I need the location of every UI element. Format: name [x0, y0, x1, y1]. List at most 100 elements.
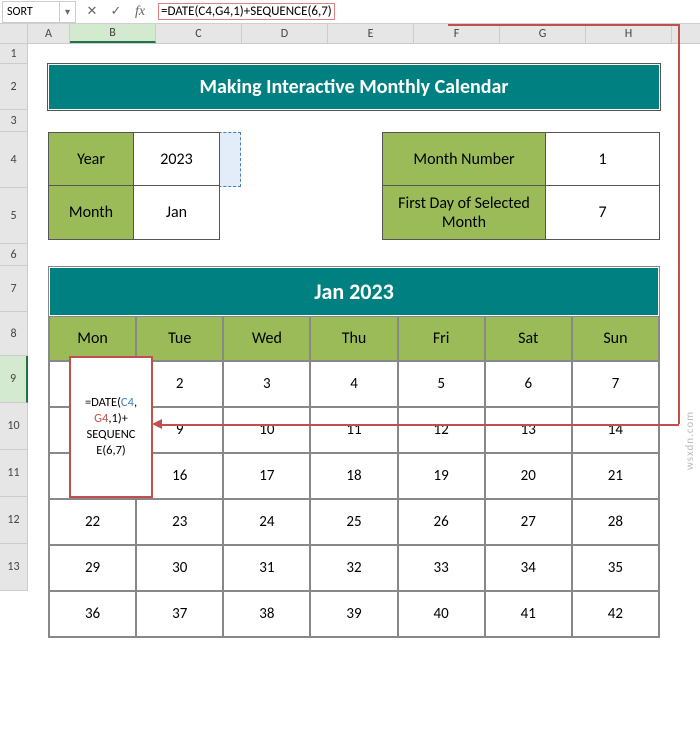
arrow-line — [158, 424, 679, 426]
calendar-cell[interactable]: 3 — [223, 361, 310, 407]
row-header[interactable]: 6 — [0, 244, 28, 266]
calendar-cell[interactable]: 33 — [398, 545, 485, 591]
calendar-row: 29303132333435 — [49, 545, 659, 591]
calendar-days-header: Mon Tue Wed Thu Fri Sat Sun — [49, 316, 659, 361]
year-label: Year — [48, 132, 134, 186]
calendar-cell[interactable]: 24 — [223, 499, 310, 545]
calendar-cell[interactable]: 4 — [310, 361, 397, 407]
row-header[interactable]: 4 — [0, 132, 28, 188]
col-header[interactable]: D — [242, 24, 328, 43]
watermark: wsxdn.com — [683, 411, 696, 470]
col-header[interactable]: H — [586, 24, 672, 43]
calendar-cell[interactable]: 41 — [485, 591, 572, 637]
month-num-value[interactable]: 1 — [546, 132, 660, 186]
calendar-cell[interactable]: 17 — [223, 453, 310, 499]
calendar-row: 22232425262728 — [49, 499, 659, 545]
col-header[interactable]: C — [156, 24, 242, 43]
row-header[interactable]: 9 — [0, 356, 28, 403]
calendar-cell[interactable]: 23 — [136, 499, 223, 545]
calendar-cell[interactable]: 5 — [398, 361, 485, 407]
cancel-icon[interactable]: ✕ — [80, 1, 104, 23]
row-headers: 1 2 3 4 5 6 7 8 9 10 11 12 13 — [0, 44, 28, 591]
calendar-cell[interactable]: 29 — [49, 545, 136, 591]
calendar-cell[interactable]: 11 — [310, 407, 397, 453]
calendar-cell[interactable]: 32 — [310, 545, 397, 591]
calendar-cell[interactable]: 18 — [310, 453, 397, 499]
row-header[interactable]: 11 — [0, 450, 28, 497]
col-header[interactable]: G — [500, 24, 586, 43]
calendar-cell[interactable]: 10 — [223, 407, 310, 453]
calendar-cell[interactable]: 39 — [310, 591, 397, 637]
day-header: Thu — [310, 316, 397, 361]
row-header[interactable]: 1 — [0, 44, 28, 64]
enter-icon[interactable]: ✓ — [104, 1, 128, 23]
formula-text: E(6,7) — [96, 443, 125, 458]
calendar-cell[interactable]: 28 — [572, 499, 659, 545]
formula-input[interactable]: =DATE(C4,G4,1)+SEQUENCE(6,7) — [152, 1, 700, 23]
first-day-label: First Day of Selected Month — [382, 186, 546, 240]
formula-text: ,1)+ — [108, 411, 127, 426]
editing-cell[interactable]: =DATE(C4, G4,1)+ SEQUENC E(6,7) — [69, 356, 153, 498]
calendar-cell[interactable]: 22 — [49, 499, 136, 545]
calendar-title: Jan 2023 — [49, 267, 659, 316]
name-box[interactable]: SORT — [2, 1, 60, 23]
calendar-cell[interactable]: 30 — [136, 545, 223, 591]
info-left: Year 2023 Month Jan — [48, 132, 220, 240]
row-header[interactable]: 3 — [0, 110, 28, 132]
calendar-cell[interactable]: 36 — [49, 591, 136, 637]
calendar-cell[interactable]: 7 — [572, 361, 659, 407]
calendar-cell[interactable]: 25 — [310, 499, 397, 545]
calendar-cell[interactable]: 26 — [398, 499, 485, 545]
ref-g4: G4 — [94, 411, 108, 426]
formula-text: SEQUENC — [87, 427, 136, 442]
calendar-cell[interactable]: 14 — [572, 407, 659, 453]
row-header[interactable]: 12 — [0, 497, 28, 544]
day-header: Tue — [136, 316, 223, 361]
column-headers: A B C D E F G H — [0, 24, 700, 44]
day-header: Fri — [398, 316, 485, 361]
calendar-row: 36373839404142 — [49, 591, 659, 637]
first-day-value[interactable]: 7 — [546, 186, 660, 240]
year-value[interactable]: 2023 — [134, 132, 220, 186]
formula-bar: SORT ▾ ✕ ✓ fx =DATE(C4,G4,1)+SEQUENCE(6,… — [0, 0, 700, 24]
formula-text: , — [134, 395, 137, 410]
calendar-cell[interactable]: 40 — [398, 591, 485, 637]
ref-c4: C4 — [121, 395, 134, 410]
col-header[interactable]: E — [328, 24, 414, 43]
row-header[interactable]: 7 — [0, 266, 28, 312]
cells-area[interactable]: Making Interactive Monthly Calendar Year… — [28, 44, 700, 591]
name-box-dropdown[interactable]: ▾ — [60, 1, 76, 23]
col-header[interactable]: F — [414, 24, 500, 43]
calendar-cell[interactable]: 27 — [485, 499, 572, 545]
calendar-cell[interactable]: 38 — [223, 591, 310, 637]
row-header[interactable]: 5 — [0, 188, 28, 244]
info-right: Month Number 1 First Day of Selected Mon… — [382, 132, 660, 240]
day-header: Sat — [485, 316, 572, 361]
calendar-cell[interactable]: 34 — [485, 545, 572, 591]
calendar-cell[interactable]: 31 — [223, 545, 310, 591]
select-all-corner[interactable] — [0, 24, 28, 43]
fx-icon[interactable]: fx — [128, 1, 152, 23]
col-header[interactable]: B — [70, 24, 156, 43]
info-row: Year 2023 Month Jan Month Number 1 First… — [48, 132, 660, 240]
col-header[interactable]: A — [28, 24, 70, 43]
calendar-cell[interactable]: 13 — [485, 407, 572, 453]
worksheet-content: Making Interactive Monthly Calendar Year… — [48, 64, 660, 638]
calendar-cell[interactable]: 19 — [398, 453, 485, 499]
row-header[interactable]: 10 — [0, 403, 28, 450]
calendar-cell[interactable]: 21 — [572, 453, 659, 499]
row-header[interactable]: 2 — [0, 64, 28, 110]
formula-highlight: =DATE(C4,G4,1)+SEQUENCE(6,7) — [158, 3, 335, 20]
row-header[interactable]: 8 — [0, 312, 28, 356]
month-value[interactable]: Jan — [134, 186, 220, 240]
day-header: Sun — [572, 316, 659, 361]
calendar-cell[interactable]: 42 — [572, 591, 659, 637]
calendar-cell[interactable]: 6 — [485, 361, 572, 407]
month-num-label: Month Number — [382, 132, 546, 186]
calendar-cell[interactable]: 35 — [572, 545, 659, 591]
calendar-cell[interactable]: 37 — [136, 591, 223, 637]
calendar-cell[interactable]: 20 — [485, 453, 572, 499]
calendar-cell[interactable]: 12 — [398, 407, 485, 453]
arrow-line — [678, 24, 680, 424]
row-header[interactable]: 13 — [0, 544, 28, 591]
